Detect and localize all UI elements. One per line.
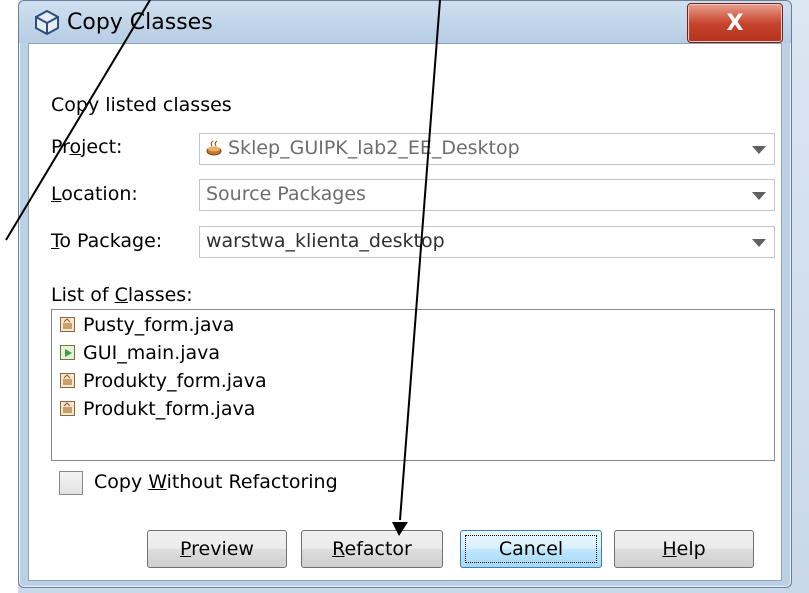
annotation-arrow-refactor: [399, 0, 441, 521]
annotation-line-left: [5, 0, 151, 241]
annotation-arrows: [5, 0, 441, 536]
arrow-head-icon: [392, 522, 408, 536]
